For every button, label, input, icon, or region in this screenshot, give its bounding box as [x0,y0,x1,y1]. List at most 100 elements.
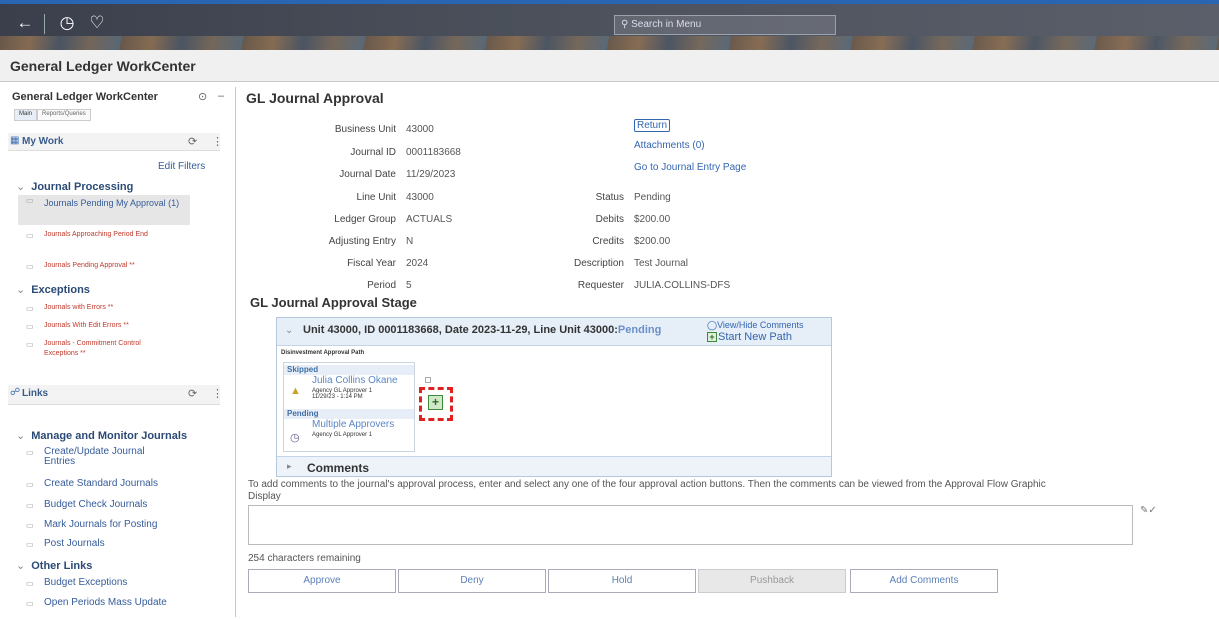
exceptions-group[interactable]: ⌄ Exceptions [16,283,90,296]
nav-create-standard-journals[interactable]: ▭ Create Standard Journals [18,479,190,491]
stage-header-text: Unit 43000, ID 0001183668, Date 2023-11-… [303,324,662,336]
document-icon: ▭ [26,448,34,457]
banner-decoration [0,36,1219,50]
field-value: 0001183668 [406,147,461,158]
collapse-icon[interactable]: – [218,90,224,102]
manage-journals-group[interactable]: ⌄ Manage and Monitor Journals [16,429,187,442]
approve-button[interactable]: Approve [248,569,396,593]
field-value: Pending [634,192,671,203]
approval-path-title: Disinvestment Approval Path [281,350,365,356]
main-content: GL Journal Approval Return Attachments (… [246,87,1216,617]
approver-name[interactable]: Julia Collins Okane [312,375,398,386]
field-label: Status [595,192,624,203]
other-links-group[interactable]: ⌄ Other Links [16,559,92,572]
comment-textarea[interactable] [248,505,1133,545]
nav-journals-with-edit-errors[interactable]: ▭ Journals With Edit Errors ** [18,321,190,333]
nav-create-update-journal-entries[interactable]: ▭ Create/Update Journal Entries [18,447,190,469]
nav-open-periods-mass-update[interactable]: ▭ Open Periods Mass Update [18,598,190,610]
nav-post-journals[interactable]: ▭ Post Journals [18,539,190,551]
nav-journals-with-errors[interactable]: ▭ Journals with Errors ** [18,303,190,315]
edit-filters-link[interactable]: Edit Filters [158,161,205,172]
field-label: Line Unit [356,192,396,203]
attachments-link[interactable]: Attachments (0) [634,140,705,151]
insert-approver-button[interactable]: + [428,395,443,410]
nav-journals-pending-my-approval[interactable]: ▭ Journals Pending My Approval (1) [18,195,190,225]
left-panel: General Ledger WorkCenter ⊙ – Main Repor… [8,87,236,617]
nav-mark-journals-for-posting[interactable]: ▭ Mark Journals for Posting [18,520,190,532]
field-label: Journal ID [350,147,396,158]
document-icon: ▭ [26,480,34,489]
field-label: Description [573,258,624,269]
clock-icon: ◷ [290,432,300,444]
checkbox-icon [425,377,431,383]
field-value: 2024 [406,258,429,269]
tab-reports-queries[interactable]: Reports/Queries [37,109,91,121]
journal-processing-group[interactable]: ⌄ Journal Processing [16,180,133,193]
start-new-path-link[interactable]: + Start New Path [707,331,792,343]
return-link[interactable]: Return [634,119,671,132]
more-icon[interactable]: ⋮ [212,135,223,148]
stage-header[interactable]: ⌄ Unit 43000, ID 0001183668, Date 2023-1… [277,318,831,346]
collapse-caret-icon: ⌄ [16,284,26,296]
view-hide-comments-link[interactable]: ◯View/Hide Comments [707,320,803,331]
heart-icon[interactable]: ♡ [86,12,108,34]
field-value: $200.00 [634,236,671,247]
field-value: ACTUALS [406,214,453,225]
add-comments-button[interactable]: Add Comments [850,569,998,593]
field-value: $200.00 [634,214,671,225]
field-label: Journal Date [339,169,396,180]
menu-search-input[interactable]: ⚲ Search in Menu [614,15,836,35]
refresh-icon[interactable]: ⟳ [188,387,197,400]
nav-budget-exceptions[interactable]: ▭ Budget Exceptions [18,578,190,590]
links-header[interactable]: ☍ Links ⟳ ⋮ [8,385,223,405]
approval-stage-box: ⌄ Unit 43000, ID 0001183668, Date 2023-1… [276,317,832,477]
nav-budget-check-journals[interactable]: ▭ Budget Check Journals [18,500,190,512]
panel-options-icon[interactable]: ⊙ [198,90,207,103]
hold-button[interactable]: Hold [548,569,696,593]
field-label: Credits [592,236,624,247]
document-icon: ▭ [26,262,34,271]
field-label: Fiscal Year [347,258,396,269]
document-icon: ▭ [26,521,34,530]
field-label: Ledger Group [334,214,396,225]
pushback-button: Pushback [698,569,846,593]
step-state: Skipped [284,365,414,375]
approver-steps: Skipped Julia Collins Okane ▲ Agency GL … [283,362,415,452]
document-icon: ▭ [26,322,34,331]
field-value: 43000 [406,192,434,203]
document-icon: ▭ [26,196,34,205]
comments-instructions: To add comments to the journal's approva… [248,479,1046,502]
field-value: N [406,236,414,247]
search-placeholder: Search in Menu [631,19,702,30]
document-icon: ▭ [26,231,34,240]
deny-button[interactable]: Deny [398,569,546,593]
stage-status: Pending [617,324,662,336]
user-skipped-icon: ▲ [290,385,301,397]
journal-approval-title: GL Journal Approval [246,90,384,106]
nav-journals-approaching-period-end[interactable]: ▭ Journals Approaching Period End [18,230,190,246]
approver-name[interactable]: Multiple Approvers [312,419,394,430]
my-work-header[interactable]: ▦ My Work ⟳ ⋮ [8,133,223,151]
toolbar-divider [44,14,45,34]
approver-role: Agency GL Approver 1 [312,432,373,438]
spellcheck-icon[interactable]: ✎✓ [1140,505,1157,516]
refresh-icon[interactable]: ⟳ [188,135,197,148]
arrow-left-icon[interactable]: ← [14,12,36,34]
nav-journals-pending-approval[interactable]: ▭ Journals Pending Approval ** [18,261,190,273]
collapse-caret-icon: ⌄ [285,325,294,336]
tab-main[interactable]: Main [14,109,38,121]
more-icon[interactable]: ⋮ [212,387,223,400]
comments-header[interactable]: ▸ Comments [277,456,831,476]
comments-label: Comments [307,461,370,475]
go-to-journal-entry-link[interactable]: Go to Journal Entry Page [634,162,746,173]
document-icon: ▭ [26,579,34,588]
clock-icon[interactable]: ◷ [56,12,78,34]
field-label: Period [367,280,396,291]
links-label: Links [22,388,49,399]
collapse-caret-icon: ⌄ [16,560,26,572]
field-value: 43000 [406,124,434,135]
step-pending: Pending Multiple Approvers ◷ Agency GL A… [284,409,414,449]
field-label: Adjusting Entry [328,236,396,247]
document-icon: ▭ [26,340,34,349]
nav-commitment-control-exceptions[interactable]: ▭ Journals - Commitment Control Exceptio… [18,339,190,357]
